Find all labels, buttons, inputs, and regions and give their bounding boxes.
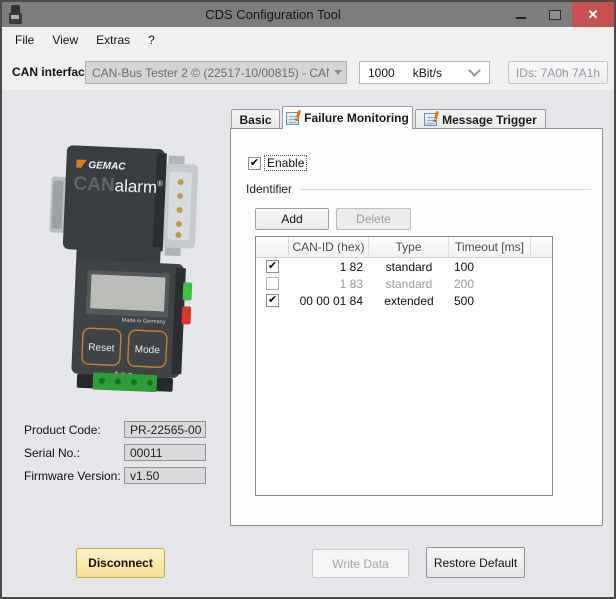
ids-button: IDs: 7A0h 7A1h — [508, 61, 608, 84]
menu-extras[interactable]: Extras — [87, 29, 139, 51]
enable-checkbox-row[interactable]: ✔ Enable — [248, 155, 307, 171]
row-checkbox[interactable] — [266, 277, 279, 290]
header-timeout[interactable]: Timeout [ms] — [449, 237, 531, 257]
tab-failure-monitoring[interactable]: Failure Monitoring — [282, 106, 413, 129]
message-trigger-icon — [424, 113, 437, 126]
window-title: CDS Configuration Tool — [2, 7, 504, 22]
header-type[interactable]: Type — [369, 237, 449, 257]
header-check[interactable] — [256, 237, 289, 257]
write-data-button: Write Data — [312, 549, 409, 578]
tab-basic[interactable]: Basic — [231, 109, 280, 129]
tab-message-trigger-label: Message Trigger — [442, 113, 537, 127]
row-can-id: 00 00 01 84 — [289, 294, 369, 308]
tab-basic-label: Basic — [239, 113, 271, 127]
minimize-button[interactable] — [504, 2, 538, 27]
product-code-label: Product Code: — [24, 423, 101, 437]
svg-text:Mode: Mode — [135, 344, 161, 356]
firmware-version-label: Firmware Version: — [24, 469, 121, 483]
table-row[interactable]: ✔ 00 00 01 84 extended 500 — [256, 292, 552, 309]
enable-checkbox[interactable]: ✔ — [248, 157, 261, 170]
table-header: CAN-ID (hex) Type Timeout [ms] — [256, 237, 552, 258]
red-led — [181, 306, 191, 324]
serial-no-label: Serial No.: — [24, 446, 80, 460]
can-interface-select: CAN-Bus Tester 2 © (22517-10/00815) - CA… — [85, 61, 347, 84]
enable-label: Enable — [264, 155, 307, 171]
menu-help[interactable]: ? — [139, 29, 164, 51]
maximize-button[interactable] — [538, 2, 572, 27]
table-row[interactable]: ✔ 1 82 standard 100 — [256, 258, 552, 275]
svg-text:Reset: Reset — [88, 342, 115, 354]
menu-bar: File View Extras ? — [2, 27, 614, 53]
identifier-label: Identifier — [246, 182, 292, 196]
can-interface-label: CAN interface: — [12, 65, 95, 79]
main-content: GEMAC CANalarm® Made in Germany Reset — [2, 90, 614, 597]
menu-view[interactable]: View — [43, 29, 87, 51]
lcd-display — [86, 270, 170, 318]
row-timeout: 100 — [449, 260, 531, 274]
row-type: extended — [369, 294, 449, 308]
row-type: standard — [369, 277, 449, 291]
product-name: CANalarm® — [73, 173, 164, 198]
baudrate-select[interactable]: 1000 kBit/s — [359, 61, 490, 84]
identifier-group: Identifier — [246, 182, 591, 196]
delete-button: Delete — [336, 208, 411, 230]
restore-default-button[interactable]: Restore Default — [426, 547, 525, 578]
chevron-down-icon — [468, 64, 481, 77]
titlebar: CDS Configuration Tool ✕ — [2, 2, 614, 27]
menu-file[interactable]: File — [6, 29, 43, 51]
table-row[interactable]: 1 83 standard 200 — [256, 275, 552, 292]
row-can-id: 1 83 — [289, 277, 369, 291]
close-button[interactable]: ✕ — [572, 2, 614, 27]
baudrate-value: 1000 — [360, 66, 395, 80]
device-image: GEMAC CANalarm® Made in Germany Reset — [40, 130, 223, 399]
firmware-version-value: v1.50 — [124, 467, 206, 484]
svg-text:GEMAC: GEMAC — [88, 160, 126, 173]
add-button[interactable]: Add — [255, 208, 329, 230]
row-can-id: 1 82 — [289, 260, 369, 274]
row-checkbox[interactable]: ✔ — [266, 294, 279, 307]
failure-monitoring-panel: ✔ Enable Identifier Add Delete CAN-ID (h… — [230, 128, 603, 526]
identifier-divider — [300, 189, 591, 190]
app-window: CDS Configuration Tool ✕ File View Extra… — [0, 0, 616, 599]
serial-no-value: 00011 — [124, 444, 206, 461]
row-checkbox[interactable]: ✔ — [266, 260, 279, 273]
baudrate-unit: kBit/s — [395, 66, 470, 80]
identifier-table[interactable]: CAN-ID (hex) Type Timeout [ms] ✔ 1 82 st… — [255, 236, 553, 496]
failure-monitoring-icon — [286, 112, 299, 125]
green-led — [183, 282, 193, 300]
row-timeout: 200 — [449, 277, 531, 291]
disconnect-button[interactable]: Disconnect — [76, 548, 165, 578]
can-interface-value: CAN-Bus Tester 2 © (22517-10/00815) - CA… — [86, 66, 329, 80]
row-timeout: 500 — [449, 294, 531, 308]
tab-failure-monitoring-label: Failure Monitoring — [304, 111, 409, 125]
app-icon — [9, 5, 22, 24]
row-type: standard — [369, 260, 449, 274]
interface-toolbar: CAN interface: CAN-Bus Tester 2 © (22517… — [2, 53, 614, 91]
dropdown-arrow-icon — [329, 70, 346, 75]
product-code-value: PR-22565-00 — [124, 421, 206, 438]
tab-message-trigger[interactable]: Message Trigger — [415, 109, 546, 129]
header-can-id[interactable]: CAN-ID (hex) — [289, 237, 369, 257]
